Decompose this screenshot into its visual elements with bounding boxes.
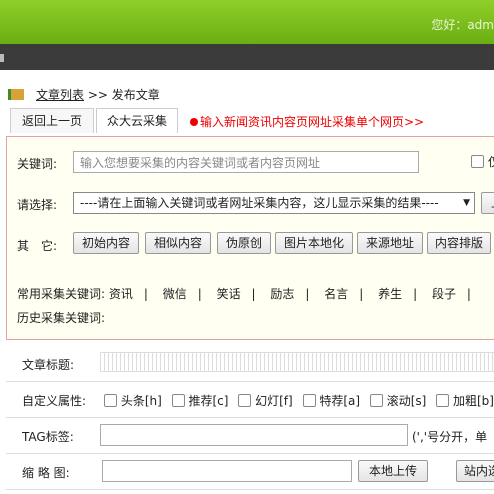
attr-option-label: 头条[h]	[120, 394, 162, 408]
attr-checkbox[interactable]	[171, 394, 185, 407]
attr-checkbox[interactable]	[302, 394, 316, 407]
layout-content-button[interactable]: 内容排版	[427, 232, 491, 254]
tab-cloud-collect[interactable]: 众大云采集	[96, 108, 178, 133]
local-upload-button[interactable]: 本地上传	[358, 460, 428, 482]
single-page-collect-text: 输入新闻资讯内容页网址采集单个网页>>	[200, 115, 425, 129]
only-option[interactable]: 仅	[471, 153, 494, 170]
keyword-link[interactable]: 资讯	[109, 287, 133, 301]
attr-checkbox[interactable]	[238, 394, 252, 407]
tag-hint: (','号分开，单	[412, 430, 488, 444]
similar-content-button[interactable]: 相似内容	[145, 232, 211, 254]
attr-option-label: 特荐[a]	[319, 394, 361, 408]
attr-checkbox[interactable]	[436, 394, 450, 407]
common-keywords-label: 常用采集关键词:	[17, 287, 106, 301]
breadcrumb-separator: >>	[87, 88, 108, 102]
red-dot-icon	[190, 118, 198, 126]
keyword-link[interactable]: 养生	[378, 287, 402, 301]
attr-option-label: 推荐[c]	[188, 394, 229, 408]
title-row: 文章标题:	[6, 345, 494, 382]
nav-bar	[0, 44, 494, 70]
tag-input[interactable]	[100, 424, 408, 446]
only-checkbox[interactable]	[471, 155, 484, 168]
article-list-link[interactable]: 文章列表	[36, 88, 84, 102]
other-label: 其 它:	[17, 239, 58, 253]
tag-label: TAG标签:	[22, 430, 74, 444]
attr-option-label: 幻灯[f]	[255, 394, 293, 408]
greeting-text: 您好：adm	[431, 18, 494, 32]
keyword-link[interactable]: 励志	[270, 287, 294, 301]
attr-option[interactable]: 头条[h]	[104, 394, 162, 408]
pseudo-original-button[interactable]: 伪原创	[217, 232, 271, 254]
keyword-input[interactable]: 输入您想要采集的内容关键词或者内容页网址	[73, 151, 419, 173]
thumbnail-input[interactable]	[102, 460, 352, 482]
thumbnail-row: 缩 略 图: 本地上传 站内选	[6, 453, 494, 490]
chevron-down-icon: ▼	[463, 198, 470, 208]
attr-options: 头条[h] 推荐[c] 幻灯[f] 特荐[a] 滚动[s] 加粗[b]	[104, 392, 494, 409]
attr-option-label: 加粗[b]	[453, 394, 494, 408]
site-select-button[interactable]: 站内选	[456, 460, 494, 482]
attr-option-label: 滚动[s]	[386, 394, 427, 408]
attr-option[interactable]: 幻灯[f]	[238, 394, 293, 408]
attr-row: 自定义属性: 头条[h] 推荐[c] 幻灯[f] 特荐[a] 滚动[s] 加粗[…	[6, 381, 494, 418]
keyword-link[interactable]: 笑话	[217, 287, 241, 301]
book-icon	[8, 89, 24, 100]
title-input[interactable]	[100, 352, 494, 372]
keyword-link[interactable]: 名言	[324, 287, 348, 301]
title-label: 文章标题:	[22, 358, 75, 372]
attr-label: 自定义属性:	[22, 394, 87, 408]
attr-option[interactable]: 推荐[c]	[171, 394, 229, 408]
keyword-link[interactable]: 微信	[163, 287, 187, 301]
localize-images-button[interactable]: 图片本地化	[275, 232, 353, 254]
common-keywords: 常用采集关键词: 资讯 | 微信 | 笑话 | 励志 | 名言 | 养生 | 段子 |	[17, 287, 471, 301]
source-url-button[interactable]: 来源地址	[357, 232, 423, 254]
tag-row: TAG标签: (','号分开，单	[6, 417, 494, 454]
attr-option[interactable]: 加粗[b]	[436, 394, 494, 408]
top-bar: 您好：adm	[0, 0, 494, 44]
result-select[interactable]: ----请在上面输入关键词或者网址采集内容，这儿显示采集的结果---- ▼	[73, 192, 475, 214]
keyword-link[interactable]: 段子	[432, 287, 456, 301]
thumbnail-label: 缩 略 图:	[22, 466, 70, 480]
attr-option[interactable]: 特荐[a]	[302, 394, 361, 408]
side-button[interactable]: 上	[481, 192, 494, 214]
single-page-collect-link[interactable]: 输入新闻资讯内容页网址采集单个网页>>	[190, 113, 424, 130]
attr-option[interactable]: 滚动[s]	[369, 394, 427, 408]
attr-checkbox[interactable]	[104, 394, 117, 407]
tab-back[interactable]: 返回上一页	[10, 108, 94, 133]
breadcrumb-current: 发布文章	[111, 88, 160, 102]
result-select-value: ----请在上面输入关键词或者网址采集内容，这儿显示采集的结果----	[80, 196, 439, 210]
initial-content-button[interactable]: 初始内容	[73, 232, 139, 254]
keyword-label: 关键词:	[17, 157, 58, 171]
breadcrumb: 文章列表 >> 发布文章	[8, 86, 160, 103]
attr-checkbox[interactable]	[369, 394, 383, 407]
select-label: 请选择:	[17, 198, 58, 212]
collect-panel: 关键词: 输入您想要采集的内容关键词或者内容页网址 仅 请选择: ----请在上…	[6, 136, 494, 340]
nav-marker	[0, 54, 4, 62]
only-option-label: 仅	[487, 155, 494, 169]
history-keywords-label: 历史采集关键词:	[17, 311, 106, 325]
